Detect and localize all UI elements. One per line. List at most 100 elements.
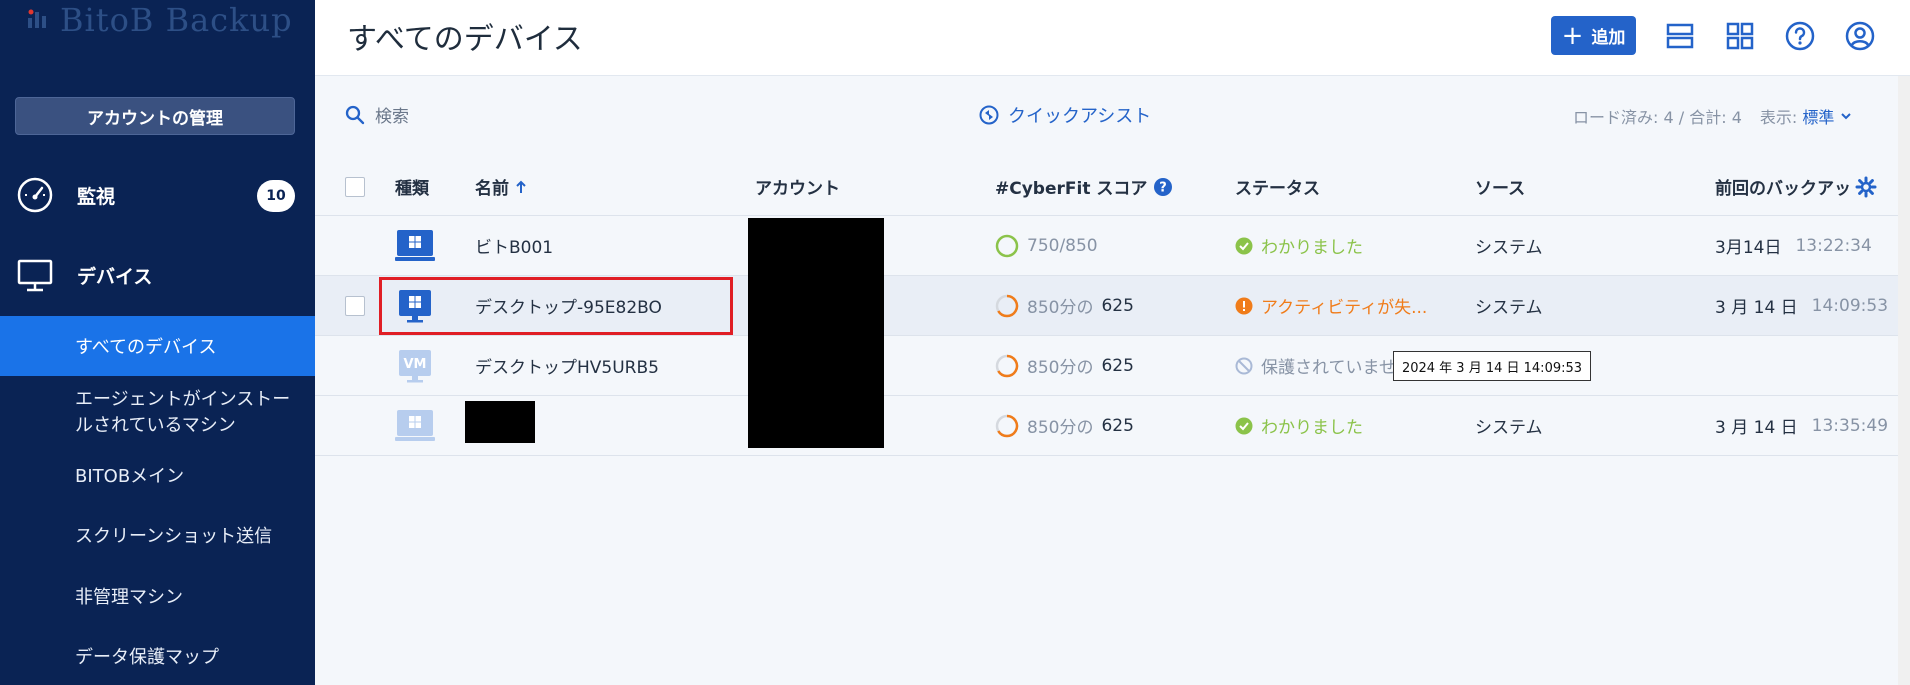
nav-monitoring-label: 監視 bbox=[77, 185, 116, 208]
page-title: すべてのデバイス bbox=[347, 22, 583, 57]
loaded-count: ロード済み: 4 / 合計: 4 bbox=[1573, 108, 1742, 127]
sidebar-item-data-protection-map[interactable]: データ保護マップ bbox=[0, 633, 315, 679]
sidebar-item-label: データ保護マップ bbox=[75, 647, 219, 668]
svg-text:VM: VM bbox=[404, 357, 427, 372]
check-circle-icon bbox=[1235, 417, 1253, 434]
sidebar-item-unmanaged-machines[interactable]: 非管理マシン bbox=[0, 573, 315, 619]
table-row[interactable]: VM デスクトップHV5URB5 850分の 625 保護されていません システ… bbox=[315, 336, 1898, 396]
search-box[interactable]: 検索 bbox=[345, 102, 409, 127]
help-icon[interactable] bbox=[1784, 20, 1816, 52]
table-row[interactable]: 850分の 625 わかりました システム 3 月 14 日 13:35:49 bbox=[315, 396, 1898, 456]
brand-logo: BitoB Backup bbox=[24, 0, 293, 40]
account-management-button[interactable]: アカウントの管理 bbox=[15, 97, 295, 135]
table-header: 種類 名前 アカウント #CyberFit スコア ? ステータス ソース 前回… bbox=[315, 158, 1898, 216]
windows-desktop-icon bbox=[395, 229, 435, 261]
status-badge: 保護されていません bbox=[1235, 336, 1413, 395]
last-backup: 3 月 14 日 13:35:49 bbox=[1715, 396, 1888, 455]
windows-desktop-icon bbox=[395, 409, 435, 441]
redacted-name-block bbox=[465, 401, 535, 443]
source: システム bbox=[1475, 238, 1543, 258]
col-name[interactable]: 名前 bbox=[475, 158, 527, 215]
col-source[interactable]: ソース bbox=[1475, 158, 1525, 215]
search-icon bbox=[345, 105, 365, 124]
status-text: アクティビティが失... bbox=[1261, 298, 1428, 318]
backup-time-tooltip: 2024 年 3 月 14 日 14:09:53 bbox=[1393, 351, 1591, 381]
quick-assist-button[interactable]: クイックアシスト bbox=[978, 102, 1151, 128]
score-ring-icon bbox=[995, 234, 1019, 257]
score-ring-icon bbox=[995, 294, 1019, 317]
cyberfit-score: 850分の 625 bbox=[995, 276, 1134, 335]
score-ring-icon bbox=[995, 414, 1019, 437]
status-text: わかりました bbox=[1261, 418, 1363, 438]
sidebar-item-label: 非管理マシン bbox=[75, 587, 183, 608]
col-account[interactable]: アカウント bbox=[755, 158, 840, 215]
score-value: 625 bbox=[1101, 295, 1134, 316]
main-content: すべてのデバイス + 追加 検索 クイックアシスト ロード済み: 4 / 合計:… bbox=[315, 0, 1910, 685]
source: システム bbox=[1475, 298, 1543, 318]
last-backup: 3月14日 13:22:34 bbox=[1715, 216, 1872, 275]
score-text: 850分の bbox=[1027, 418, 1094, 438]
sort-ascending-icon bbox=[516, 180, 526, 193]
device-name[interactable]: ビトB001 bbox=[475, 216, 553, 275]
add-button[interactable]: + 追加 bbox=[1551, 16, 1636, 55]
select-all-checkbox[interactable] bbox=[345, 176, 365, 197]
sidebar-item-bitob-main[interactable]: BITOBメイン bbox=[0, 452, 315, 498]
table-row[interactable]: ビトB001 750/850 わかりました システム 3月14日 13:22:3… bbox=[315, 216, 1898, 276]
warning-circle-icon bbox=[1235, 297, 1253, 314]
cyberfit-score: 850分の 625 bbox=[995, 336, 1134, 395]
col-last-backup[interactable]: 前回のバックアッ bbox=[1715, 158, 1851, 215]
grid-view-icon[interactable] bbox=[1724, 20, 1756, 52]
view-selector[interactable]: 標準 bbox=[1802, 104, 1852, 128]
row-checkbox[interactable] bbox=[345, 295, 365, 316]
backup-time: 13:22:34 bbox=[1795, 235, 1872, 256]
backup-date: 3 月 14 日 bbox=[1715, 298, 1798, 318]
status-badge: わかりました bbox=[1235, 396, 1363, 455]
backup-time: 13:35:49 bbox=[1811, 415, 1889, 436]
sidebar-item-all-devices[interactable]: すべてのデバイス bbox=[0, 316, 315, 376]
status-badge[interactable]: アクティビティが失... bbox=[1235, 276, 1427, 335]
search-input[interactable]: 検索 bbox=[375, 102, 409, 127]
prohibited-icon bbox=[1235, 357, 1253, 374]
col-type[interactable]: 種類 bbox=[395, 158, 429, 215]
nav-devices-label: デバイス bbox=[77, 265, 153, 288]
account-icon[interactable] bbox=[1844, 20, 1876, 52]
score-value: 625 bbox=[1101, 415, 1134, 436]
backup-time: 14:09:53 bbox=[1811, 295, 1889, 316]
column-settings[interactable] bbox=[1855, 158, 1877, 215]
monitoring-badge: 10 bbox=[257, 180, 295, 212]
header: すべてのデバイス + 追加 bbox=[315, 0, 1910, 76]
check-circle-icon bbox=[1235, 237, 1253, 254]
quick-assist-icon bbox=[979, 105, 999, 125]
quick-assist-label: クイックアシスト bbox=[1008, 106, 1152, 127]
score-text: 750/850 bbox=[1027, 235, 1098, 256]
last-backup[interactable]: 3 月 14 日 14:09:53 bbox=[1715, 276, 1888, 335]
sidebar-item-label: BITOBメイン bbox=[75, 466, 185, 487]
redacted-account-block bbox=[748, 218, 884, 448]
sidebar-item-label: すべてのデバイス bbox=[75, 337, 217, 358]
result-counts: ロード済み: 4 / 合計: 4 表示: 標準 bbox=[1573, 104, 1852, 128]
col-cyberfit[interactable]: #CyberFit スコア ? bbox=[995, 158, 1173, 215]
highlight-box bbox=[379, 277, 733, 335]
sidebar: BitoB Backup アカウントの管理 監視 10 デバイス すべてのデバイ… bbox=[0, 0, 315, 685]
col-cyberfit-label: #CyberFit スコア bbox=[995, 179, 1148, 199]
vm-icon: VM bbox=[399, 349, 431, 382]
sidebar-item-agent-machines[interactable]: エージェントがインストールされているマシン bbox=[0, 380, 315, 445]
cyberfit-score: 850分の 625 bbox=[995, 396, 1134, 455]
score-value: 625 bbox=[1101, 355, 1134, 376]
sidebar-item-screenshot-send[interactable]: スクリーンショット送信 bbox=[0, 512, 315, 558]
col-status[interactable]: ステータス bbox=[1235, 158, 1320, 215]
list-view-icon[interactable] bbox=[1664, 20, 1696, 52]
nav-devices[interactable]: デバイス bbox=[0, 245, 315, 305]
col-name-label: 名前 bbox=[475, 179, 509, 199]
add-button-label: 追加 bbox=[1591, 28, 1626, 48]
status-text: 保護されていません bbox=[1261, 358, 1413, 378]
vertical-scrollbar[interactable] bbox=[1898, 76, 1910, 685]
nav-monitoring[interactable]: 監視 10 bbox=[0, 165, 315, 225]
device-name[interactable]: デスクトップHV5URB5 bbox=[475, 336, 659, 395]
sidebar-item-label: エージェントがインストールされているマシン bbox=[75, 389, 291, 436]
help-icon[interactable]: ? bbox=[1153, 177, 1173, 197]
brand-text: BitoB Backup bbox=[60, 1, 293, 39]
gauge-icon bbox=[17, 177, 53, 213]
logo-icon bbox=[28, 9, 46, 28]
status-badge: わかりました bbox=[1235, 216, 1363, 275]
